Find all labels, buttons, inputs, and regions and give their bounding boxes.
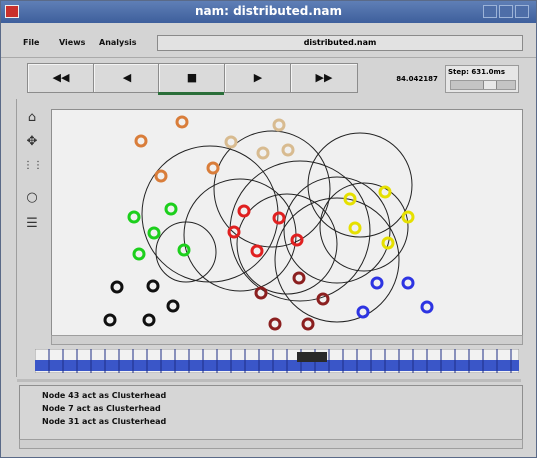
play-button[interactable]: ▶ [224, 63, 292, 93]
rewind-button[interactable]: ◀◀ [27, 63, 95, 93]
log-panel: Node 43 act as Clusterhead Node 7 act as… [19, 385, 523, 443]
node[interactable] [134, 134, 148, 148]
node[interactable] [147, 226, 161, 240]
separator [16, 99, 17, 377]
title-bar: nam: distributed.nam [1, 1, 536, 23]
node[interactable] [272, 118, 286, 132]
range-circle [229, 160, 371, 302]
window-title: nam: distributed.nam [194, 4, 343, 18]
node[interactable] [250, 244, 264, 258]
network-canvas[interactable] [51, 109, 523, 337]
nam-window: nam: distributed.nam File Views Analysis… [0, 0, 537, 458]
range-circle [283, 176, 391, 284]
timeline-bar[interactable] [34, 348, 520, 374]
node[interactable] [177, 243, 191, 257]
node[interactable] [301, 317, 315, 331]
back-button[interactable]: ◀ [93, 63, 161, 93]
range-circle [141, 145, 279, 283]
filename-display: distributed.nam [157, 35, 523, 51]
node[interactable] [356, 305, 370, 319]
log-line: Node 7 act as Clusterhead [42, 404, 161, 413]
node[interactable] [127, 210, 141, 224]
range-circle [319, 182, 409, 272]
maximize-button[interactable] [499, 5, 513, 18]
node[interactable] [254, 286, 268, 300]
node[interactable] [132, 247, 146, 261]
notes-icon[interactable]: ☰ [23, 215, 41, 233]
node[interactable] [370, 276, 384, 290]
node[interactable] [175, 115, 189, 129]
node[interactable] [256, 146, 270, 160]
range-circle [307, 132, 413, 238]
node[interactable] [224, 135, 238, 149]
step-slider-thumb[interactable] [483, 81, 497, 89]
node[interactable] [166, 299, 180, 313]
step-label: Step: 631.0ms [448, 68, 505, 76]
separator [17, 379, 521, 382]
network-topology [103, 115, 434, 331]
home-icon[interactable]: ⌂ [23, 109, 41, 127]
menu-file[interactable]: File [23, 38, 39, 47]
menu-analysis[interactable]: Analysis [99, 38, 137, 47]
node[interactable] [164, 202, 178, 216]
node[interactable] [272, 211, 286, 225]
node[interactable] [290, 233, 304, 247]
zoom-icon[interactable]: ⋮⋮ [23, 157, 43, 175]
node[interactable] [401, 210, 415, 224]
node[interactable] [378, 185, 392, 199]
node[interactable] [154, 169, 168, 183]
node[interactable] [146, 279, 160, 293]
node[interactable] [292, 271, 306, 285]
log-horizontal-scrollbar[interactable] [19, 439, 523, 449]
fast-forward-button[interactable]: ▶▶ [290, 63, 358, 93]
step-control: Step: 631.0ms [445, 65, 519, 93]
log-line: Node 31 act as Clusterhead [42, 417, 167, 426]
node[interactable] [401, 276, 415, 290]
node[interactable] [420, 300, 434, 314]
close-button[interactable] [515, 5, 529, 18]
menu-views[interactable]: Views [59, 38, 85, 47]
log-line: Node 43 act as Clusterhead [42, 391, 167, 400]
range-circle [236, 193, 338, 295]
step-slider[interactable] [450, 80, 516, 90]
stop-button[interactable]: ■ [158, 63, 226, 93]
tool-column: ⌂ ✥ ⋮⋮ ○ ☰ [21, 107, 45, 337]
node[interactable] [110, 280, 124, 294]
node[interactable] [237, 204, 251, 218]
node[interactable] [103, 313, 117, 327]
node[interactable] [142, 313, 156, 327]
pan-icon[interactable]: ✥ [23, 133, 41, 151]
canvas-horizontal-scrollbar[interactable] [51, 335, 523, 345]
stop-indicator [158, 92, 224, 95]
time-display: 84.042187 [396, 75, 438, 83]
node[interactable] [316, 292, 330, 306]
timeline-graphic [34, 348, 520, 374]
circle-icon[interactable]: ○ [23, 189, 41, 207]
minimize-button[interactable] [483, 5, 497, 18]
range-circle [155, 221, 217, 283]
node[interactable] [206, 161, 220, 175]
node[interactable] [268, 317, 282, 331]
node[interactable] [281, 143, 295, 157]
playback-controls: ◀◀ ◀ ■ ▶ ▶▶ 84.042187 Step: 631.0ms [1, 59, 536, 99]
node[interactable] [227, 225, 241, 239]
menu-bar: File Views Analysis distributed.nam [1, 25, 536, 58]
node[interactable] [348, 221, 362, 235]
